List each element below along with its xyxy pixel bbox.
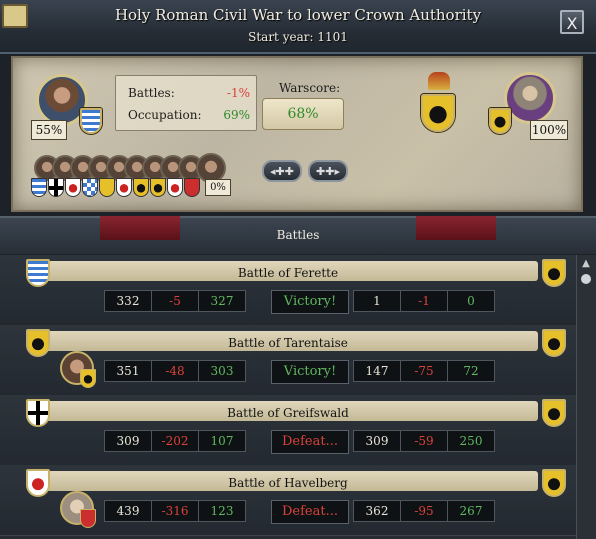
- scroll-up-icon[interactable]: ▲: [578, 258, 594, 272]
- defender-portrait[interactable]: [504, 72, 556, 124]
- defender-losses: -1: [400, 290, 448, 312]
- defender-initial: 147: [353, 360, 401, 382]
- attacker-battle-shield-icon[interactable]: [26, 399, 50, 427]
- stats-box: [115, 75, 257, 131]
- defender-battle-shield-icon[interactable]: [542, 469, 566, 497]
- attacker-battle-shield-icon[interactable]: [26, 329, 50, 357]
- defender-percent: 100%: [530, 120, 568, 140]
- warscore-label: Warscore:: [279, 81, 341, 95]
- battle-result: Victory!: [271, 290, 349, 314]
- battle-result: Defeat...: [271, 430, 349, 454]
- attacker-remaining: 123: [198, 500, 246, 522]
- attacker-initial: 309: [104, 430, 152, 452]
- commander-shield-icon: [80, 369, 96, 388]
- attacker-percent: 55%: [31, 120, 67, 140]
- attacker-battle-shield-icon[interactable]: [26, 469, 50, 497]
- defender-shield-icon[interactable]: [489, 108, 511, 134]
- warscore-value: 68%: [262, 98, 344, 130]
- ally-shield-icon[interactable]: [99, 178, 115, 197]
- occupation-stat-value: 69%: [223, 108, 250, 122]
- attacker-losses: -5: [151, 290, 199, 312]
- defender-losses: -95: [400, 500, 448, 522]
- attacker-remaining: 327: [198, 290, 246, 312]
- defender-remaining: 250: [447, 430, 495, 452]
- attacker-losses: -202: [151, 430, 199, 452]
- attacker-initial: 332: [104, 290, 152, 312]
- ally-shield-icon[interactable]: [116, 178, 132, 197]
- defender-losses: -59: [400, 430, 448, 452]
- attacker-battle-shield-icon[interactable]: [26, 259, 50, 287]
- battle-result: Defeat...: [271, 500, 349, 524]
- ally-percent: 0%: [205, 179, 231, 196]
- battle-name: Battle of Greifswald: [227, 406, 349, 420]
- attacker-remaining: 303: [198, 360, 246, 382]
- attacker-shield-icon[interactable]: [80, 108, 102, 134]
- scroll-knob[interactable]: [581, 274, 591, 284]
- defender-battle-shield-icon[interactable]: [542, 259, 566, 287]
- battle-result: Victory!: [271, 360, 349, 384]
- defender-battle-shield-icon[interactable]: [542, 399, 566, 427]
- attacker-losses: -316: [151, 500, 199, 522]
- defender-remaining: 0: [447, 290, 495, 312]
- battle-row[interactable]: Battle of Ferette 332 -5 327 Victory! 1 …: [0, 255, 576, 326]
- attacker-losses: -48: [151, 360, 199, 382]
- crown-icon: [428, 72, 450, 90]
- battle-name: Battle of Tarentaise: [228, 336, 348, 350]
- battles-stat-label: Battles:: [128, 86, 175, 100]
- ally-shield-icon[interactable]: [184, 178, 200, 197]
- battle-row[interactable]: Battle of Tarentaise 351 -48 303 Victory…: [0, 325, 576, 396]
- battle-name: Battle of Ferette: [237, 266, 339, 280]
- battle-row[interactable]: Battle of Greifswald 309 -202 107 Defeat…: [0, 395, 576, 466]
- defender-battle-shield-icon[interactable]: [542, 329, 566, 357]
- defender-initial: 309: [353, 430, 401, 452]
- ally-shield-icon[interactable]: [48, 178, 64, 197]
- war-title: Holy Roman Civil War to lower Crown Auth…: [114, 6, 482, 24]
- ally-shield-icon[interactable]: [82, 178, 98, 197]
- battle-banner: Battle of Tarentaise: [38, 331, 538, 351]
- battles-stat-value: -1%: [226, 86, 250, 100]
- close-button[interactable]: X: [560, 10, 584, 34]
- ally-shield-icon[interactable]: [65, 178, 81, 197]
- battle-banner: Battle of Ferette: [38, 261, 538, 281]
- defender-remaining: 72: [447, 360, 495, 382]
- commander-shield-icon: [80, 509, 96, 528]
- battle-row[interactable]: Battle of Havelberg 439 -316 123 Defeat.…: [0, 465, 576, 536]
- ally-shield-icon[interactable]: [133, 178, 149, 197]
- battle-name: Battle of Havelberg: [228, 476, 348, 490]
- attacker-initial: 351: [104, 360, 152, 382]
- previous-battle-button[interactable]: ◂✚✚: [262, 160, 302, 182]
- battle-banner: Battle of Havelberg: [38, 471, 538, 491]
- defender-losses: -75: [400, 360, 448, 382]
- battles-list[interactable]: Battle of Ferette 332 -5 327 Victory! 1 …: [0, 255, 576, 539]
- attacker-remaining: 107: [198, 430, 246, 452]
- next-battle-button[interactable]: ✚✚▸: [308, 160, 348, 182]
- defender-remaining: 267: [447, 500, 495, 522]
- battle-banner: Battle of Greifswald: [38, 401, 538, 421]
- start-year: Start year: 1101: [248, 30, 348, 44]
- attacker-initial: 439: [104, 500, 152, 522]
- battles-header: Battles: [276, 228, 320, 242]
- empire-eagle-shield-icon[interactable]: [421, 94, 455, 132]
- battles-scrollbar[interactable]: [576, 255, 596, 539]
- defender-initial: 1: [353, 290, 401, 312]
- occupation-stat-label: Occupation:: [128, 108, 202, 122]
- defender-initial: 362: [353, 500, 401, 522]
- ally-shield-icon[interactable]: [31, 178, 47, 197]
- ally-shield-icon[interactable]: [150, 178, 166, 197]
- ally-shield-icon[interactable]: [167, 178, 183, 197]
